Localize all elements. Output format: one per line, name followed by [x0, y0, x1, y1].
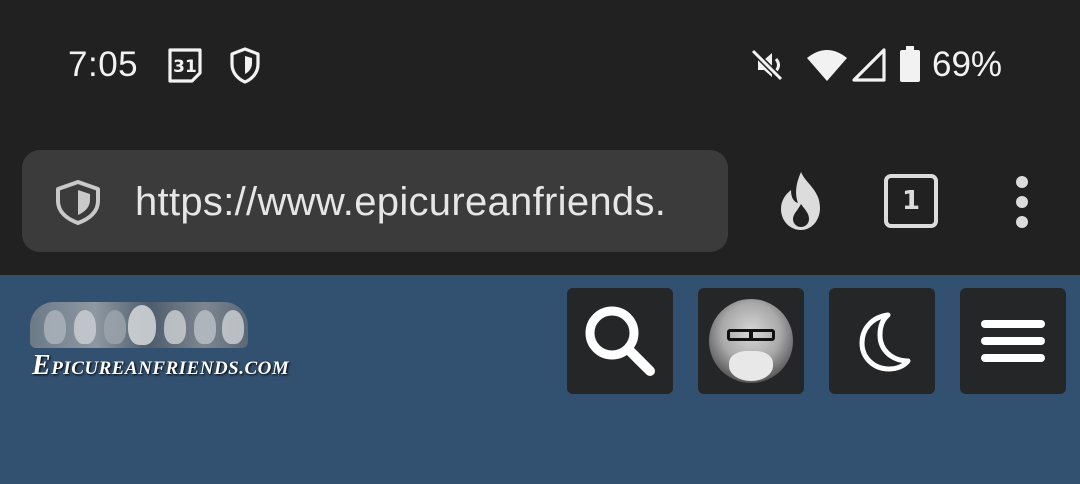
user-avatar	[709, 299, 793, 383]
battery-icon	[900, 46, 920, 82]
site-security-shield-icon[interactable]	[52, 179, 104, 225]
moon-icon	[859, 312, 911, 372]
signal-icon	[852, 48, 886, 82]
logo-banner-image	[30, 302, 248, 348]
calendar-day: 31	[173, 57, 197, 77]
shield-icon	[230, 47, 260, 84]
tabs-button[interactable]: 1	[884, 174, 938, 228]
url-text[interactable]: https://www.epicureanfriends.	[135, 180, 666, 225]
fire-icon[interactable]	[770, 168, 832, 234]
tab-count: 1	[901, 186, 921, 216]
wifi-icon	[807, 50, 847, 81]
status-time: 7:05	[68, 45, 139, 84]
browser-toolbar: https://www.epicureanfriends. 1	[0, 130, 1080, 275]
search-button[interactable]	[567, 288, 673, 394]
main-menu-button[interactable]	[960, 288, 1066, 394]
dark-mode-toggle[interactable]	[829, 288, 935, 394]
search-icon	[585, 306, 655, 376]
overflow-menu-icon[interactable]	[1006, 174, 1038, 230]
mute-icon	[750, 48, 784, 82]
site-header: EPICUREANFRIENDS.COM	[0, 275, 1080, 484]
battery-percentage: 69%	[932, 45, 1003, 84]
logo-text: EPICUREANFRIENDS.COM	[32, 350, 290, 381]
address-bar[interactable]: https://www.epicureanfriends.	[22, 150, 728, 252]
site-logo[interactable]: EPICUREANFRIENDS.COM	[30, 302, 289, 381]
status-bar: 7:05 31 69%	[0, 0, 1080, 130]
hamburger-menu-icon	[981, 311, 1045, 371]
calendar-icon: 31	[168, 48, 202, 83]
user-menu-button[interactable]	[698, 288, 804, 394]
